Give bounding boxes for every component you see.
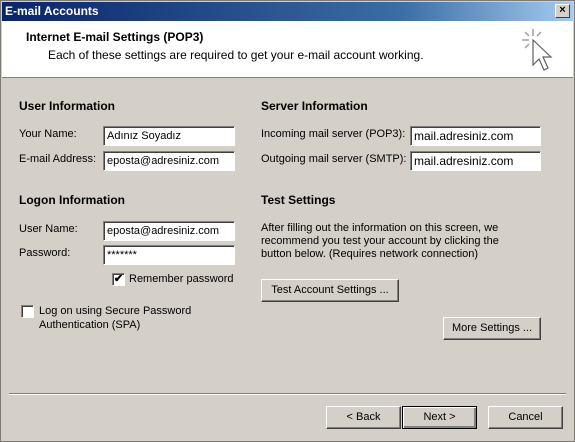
- user-name-field[interactable]: eposta@adresiniz.com: [103, 221, 235, 241]
- outgoing-server-label: Outgoing mail server (SMTP):: [261, 153, 407, 165]
- spa-label-line1: Log on using Secure Password: [39, 305, 192, 317]
- your-name-field[interactable]: Adınız Soyadız: [103, 126, 235, 146]
- user-info-heading: User Information: [19, 99, 116, 113]
- spa-label-line2: Authentication (SPA): [39, 319, 141, 331]
- close-icon: ×: [559, 4, 566, 16]
- wizard-cursor-icon: [522, 29, 553, 71]
- more-settings-button[interactable]: More Settings ...: [443, 317, 541, 340]
- email-accounts-dialog: E-mail Accounts × Internet E-mail Settin…: [0, 0, 575, 442]
- back-button[interactable]: < Back: [326, 406, 401, 429]
- outgoing-server-field[interactable]: mail.adresiniz.com: [410, 151, 541, 171]
- window-title: E-mail Accounts: [5, 4, 99, 18]
- remember-password-checkbox[interactable]: ✔: [112, 273, 125, 286]
- test-settings-heading: Test Settings: [261, 193, 336, 207]
- user-name-label: User Name:: [19, 223, 78, 235]
- wizard-header: Internet E-mail Settings (POP3) Each of …: [2, 21, 573, 78]
- incoming-server-field[interactable]: mail.adresiniz.com: [410, 126, 541, 146]
- remember-password-label: Remember password: [129, 273, 234, 285]
- test-info-line1: After filling out the information on thi…: [261, 222, 499, 234]
- header-title: Internet E-mail Settings (POP3): [26, 30, 204, 44]
- footer-divider: [9, 393, 566, 395]
- email-address-label: E-mail Address:: [19, 153, 97, 165]
- spa-checkbox[interactable]: [21, 305, 34, 318]
- email-address-field[interactable]: eposta@adresiniz.com: [103, 151, 235, 171]
- test-info-line3: button below. (Requires network connecti…: [261, 248, 479, 260]
- password-label: Password:: [19, 247, 71, 259]
- next-button[interactable]: Next >: [402, 406, 477, 429]
- logon-info-heading: Logon Information: [19, 193, 125, 207]
- title-bar: E-mail Accounts ×: [2, 2, 573, 21]
- your-name-label: Your Name:: [19, 128, 77, 140]
- incoming-server-label: Incoming mail server (POP3):: [261, 128, 406, 140]
- test-account-settings-button[interactable]: Test Account Settings ...: [261, 279, 399, 302]
- server-info-heading: Server Information: [261, 99, 368, 113]
- test-info-line2: recommend you test your account by click…: [261, 235, 499, 247]
- cancel-button[interactable]: Cancel: [488, 406, 563, 429]
- header-subtitle: Each of these settings are required to g…: [48, 48, 424, 62]
- close-button[interactable]: ×: [555, 4, 570, 18]
- password-field[interactable]: *******: [103, 245, 235, 265]
